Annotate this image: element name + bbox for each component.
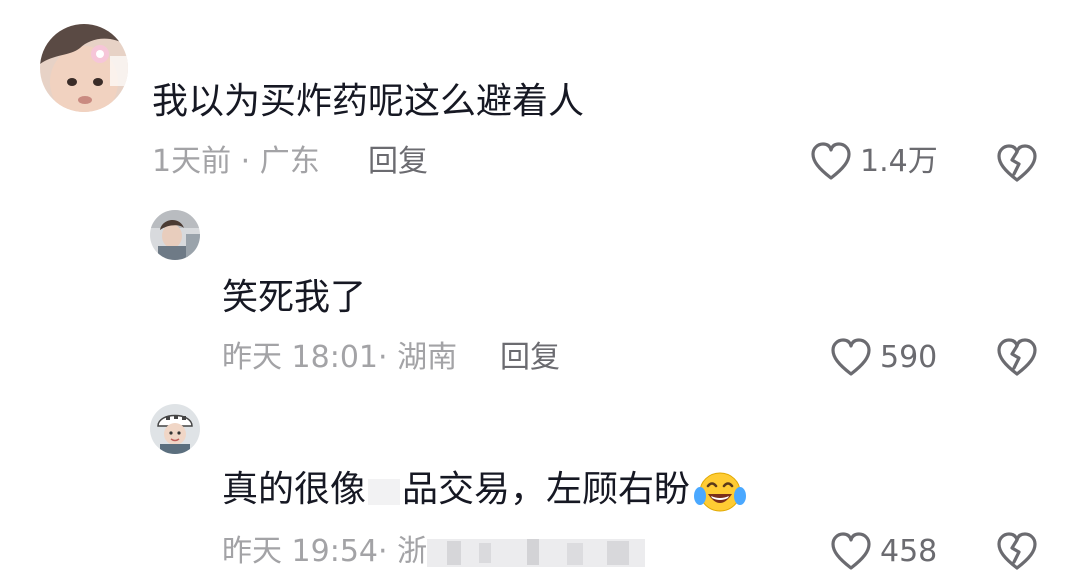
laughing-tears-emoji-icon	[694, 468, 747, 514]
comment-text: 笑死我了	[222, 277, 367, 318]
comment-2: 笑死我了 昨天 18:01· 湖南 回复 590	[0, 200, 1080, 390]
broken-heart-icon[interactable]	[996, 142, 1038, 184]
like-count: 1.4万	[860, 144, 938, 179]
heart-icon	[811, 142, 851, 180]
broken-heart-icon[interactable]	[996, 530, 1038, 572]
comment-meta: 昨天 18:01· 湖南	[222, 338, 457, 378]
heart-icon	[831, 532, 871, 570]
comment-text-part: 品交易，左顾右盼	[402, 469, 691, 510]
comment-1: 我以为买炸药呢这么避着人 1天前 · 广东 回复 1.4万	[0, 0, 1080, 200]
like-count: 590	[880, 340, 938, 375]
comment-time: 昨天 19:54	[222, 534, 378, 569]
meta-separator: ·	[231, 144, 260, 179]
reply-button[interactable]: 回复	[368, 142, 428, 182]
comment-location: 广东	[259, 144, 320, 179]
comment-meta: 1天前 · 广东	[152, 142, 320, 182]
comment-text: 我以为买炸药呢这么避着人	[152, 81, 585, 122]
meta-separator: ·	[378, 340, 398, 375]
heart-icon	[831, 338, 871, 376]
reply-button[interactable]: 回复	[500, 338, 560, 378]
avatar[interactable]	[150, 404, 200, 454]
comment-time: 昨天 18:01	[222, 340, 378, 375]
comment-location: 湖南	[397, 340, 458, 375]
comment-meta: 昨天 19:54· 浙	[222, 532, 646, 573]
like-button[interactable]: 590	[830, 338, 937, 378]
avatar[interactable]	[40, 24, 128, 112]
comment-time: 1天前	[152, 144, 232, 179]
comment-text-part: 真的很像	[222, 469, 367, 510]
blurred-meta	[427, 533, 646, 573]
comment-location: 浙	[397, 534, 428, 569]
meta-separator: ·	[378, 534, 398, 569]
broken-heart-icon[interactable]	[996, 336, 1038, 378]
comment-3: 真的很像 品交易，左顾右盼 昨天 19:54· 浙 458	[0, 390, 1080, 580]
like-button[interactable]: 458	[830, 532, 937, 572]
blurred-word	[366, 471, 402, 511]
avatar[interactable]	[150, 210, 200, 260]
like-count: 458	[880, 534, 938, 569]
like-button[interactable]: 1.4万	[810, 142, 938, 182]
comment-text: 真的很像 品交易，左顾右盼	[222, 468, 747, 514]
